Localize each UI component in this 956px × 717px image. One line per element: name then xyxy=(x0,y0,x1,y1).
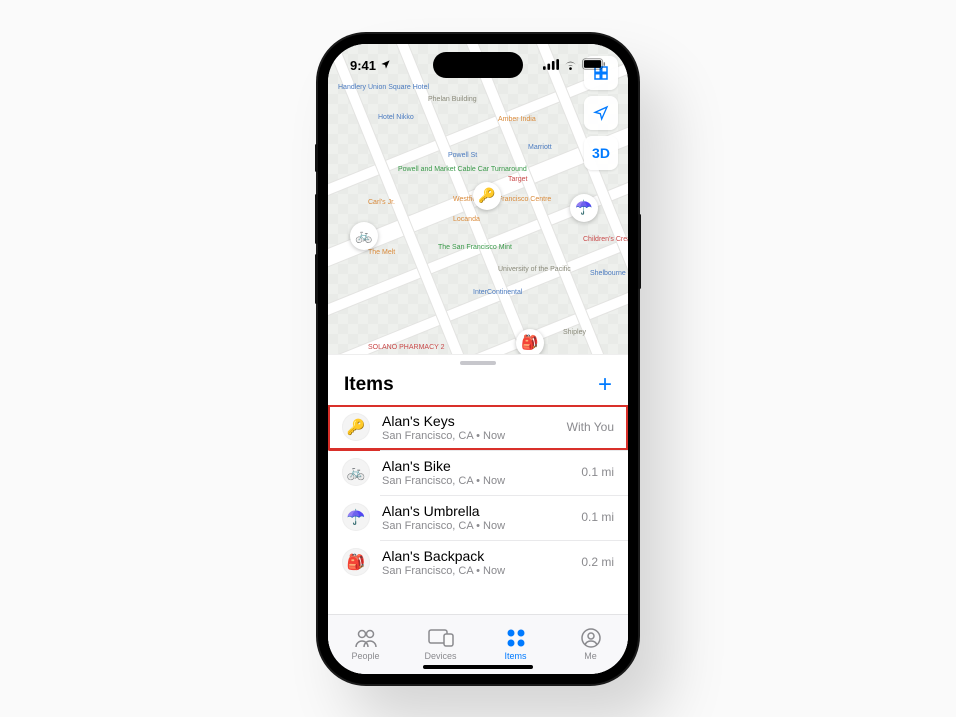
locate-me-button[interactable] xyxy=(584,96,618,130)
item-row[interactable]: 🎒 Alan's BackpackSan Francisco, CA • Now 0… xyxy=(328,540,628,585)
me-icon xyxy=(581,627,601,649)
volume-down-button xyxy=(315,254,318,304)
phone-frame: 9:41 xyxy=(318,34,638,684)
map-poi-label: Westfield San Francisco Centre xyxy=(453,196,551,203)
location-services-icon xyxy=(380,58,391,73)
item-info: 0.2 mi xyxy=(581,555,614,569)
backpack-icon: 🎒 xyxy=(342,548,370,576)
backpack-icon: 🎒 xyxy=(521,334,538,351)
bike-icon: 🚲 xyxy=(355,227,372,244)
bottom-sheet[interactable]: Items + 🔑Alan's KeysSan Francisco, CA • … xyxy=(328,354,628,674)
key-icon: 🔑 xyxy=(478,187,495,204)
map-poi-label: InterContinental xyxy=(473,289,522,296)
screen: 9:41 xyxy=(328,44,628,674)
map-pin[interactable]: 🚲 xyxy=(350,222,378,250)
item-title: Alan's Umbrella xyxy=(382,503,569,519)
map-poi-label: Phelan Building xyxy=(428,96,477,103)
map-3d-button[interactable]: 3D xyxy=(584,136,618,170)
map-poi-label: Powell St xyxy=(448,152,477,159)
umbrella-icon: ☂️ xyxy=(342,503,370,531)
item-info: With You xyxy=(567,420,614,434)
item-row[interactable]: 🔑 Alan's KeysSan Francisco, CA • Now With … xyxy=(328,405,628,450)
tab-label: Items xyxy=(504,651,526,661)
map-pin[interactable]: ☂️ xyxy=(570,194,598,222)
map-poi-label: Powell and Market Cable Car Turnaround xyxy=(398,166,527,173)
item-title: Alan's Bike xyxy=(382,458,569,474)
umbrella-icon: ☂️ xyxy=(575,199,592,216)
item-title: Alan's Backpack xyxy=(382,548,569,564)
sheet-grabber[interactable] xyxy=(460,361,496,365)
battery-icon xyxy=(582,58,606,73)
bike-icon: 🚲 xyxy=(342,458,370,486)
map-poi-label: Locanda xyxy=(453,216,480,223)
map-poi-label: Carl's Jr. xyxy=(368,199,395,206)
key-icon: 🔑 xyxy=(342,413,370,441)
map-poi-label: Amber India xyxy=(498,116,536,123)
item-info: 0.1 mi xyxy=(581,465,614,479)
people-icon xyxy=(354,627,378,649)
map-poi-label: Hotel Nikko xyxy=(378,114,414,121)
map-poi-label: SOLANO PHARMACY 2 xyxy=(368,344,445,351)
wifi-icon xyxy=(563,58,578,73)
tab-label: People xyxy=(351,651,379,661)
tab-label: Me xyxy=(584,651,597,661)
home-indicator[interactable] xyxy=(423,665,533,669)
items-icon xyxy=(506,627,526,649)
map-poi-label: The San Francisco Mint xyxy=(438,244,512,251)
map-poi-label: Shelbourne South Beach xyxy=(590,270,628,277)
cellular-signal-icon xyxy=(543,58,559,73)
map-pin[interactable]: 🔑 xyxy=(473,182,501,210)
map-poi-label: The Melt xyxy=(368,249,395,256)
item-row[interactable]: ☂️ Alan's UmbrellaSan Francisco, CA • Now… xyxy=(328,495,628,540)
tab-label: Devices xyxy=(424,651,456,661)
sheet-title: Items xyxy=(344,374,394,396)
volume-up-button xyxy=(315,194,318,244)
item-subtitle: San Francisco, CA • Now xyxy=(382,565,569,577)
items-list: 🔑Alan's KeysSan Francisco, CA • NowWith … xyxy=(328,405,628,614)
map-poi-label: Marriott xyxy=(528,144,552,151)
tab-me[interactable]: Me xyxy=(553,615,628,674)
status-time: 9:41 xyxy=(350,58,376,73)
map-pin[interactable]: 🎒 xyxy=(516,329,544,354)
map-poi-label: University of the Pacific xyxy=(498,266,571,273)
mute-switch xyxy=(315,144,318,172)
dynamic-island xyxy=(433,52,523,78)
power-button xyxy=(638,214,641,289)
item-subtitle: San Francisco, CA • Now xyxy=(382,430,555,442)
devices-icon xyxy=(428,627,454,649)
map-poi-label: Shipley xyxy=(563,329,586,336)
map-area[interactable]: Handlery Union Square HotelPhelan Buildi… xyxy=(328,44,628,354)
item-subtitle: San Francisco, CA • Now xyxy=(382,475,569,487)
item-title: Alan's Keys xyxy=(382,413,555,429)
item-row[interactable]: 🚲 Alan's BikeSan Francisco, CA • Now 0.1 m… xyxy=(328,450,628,495)
add-item-button[interactable]: + xyxy=(598,373,612,397)
item-subtitle: San Francisco, CA • Now xyxy=(382,520,569,532)
map-poi-label: Children's Creativity Museum xyxy=(583,236,628,243)
map-poi-label: Target xyxy=(508,176,527,183)
tab-people[interactable]: People xyxy=(328,615,403,674)
item-info: 0.1 mi xyxy=(581,510,614,524)
